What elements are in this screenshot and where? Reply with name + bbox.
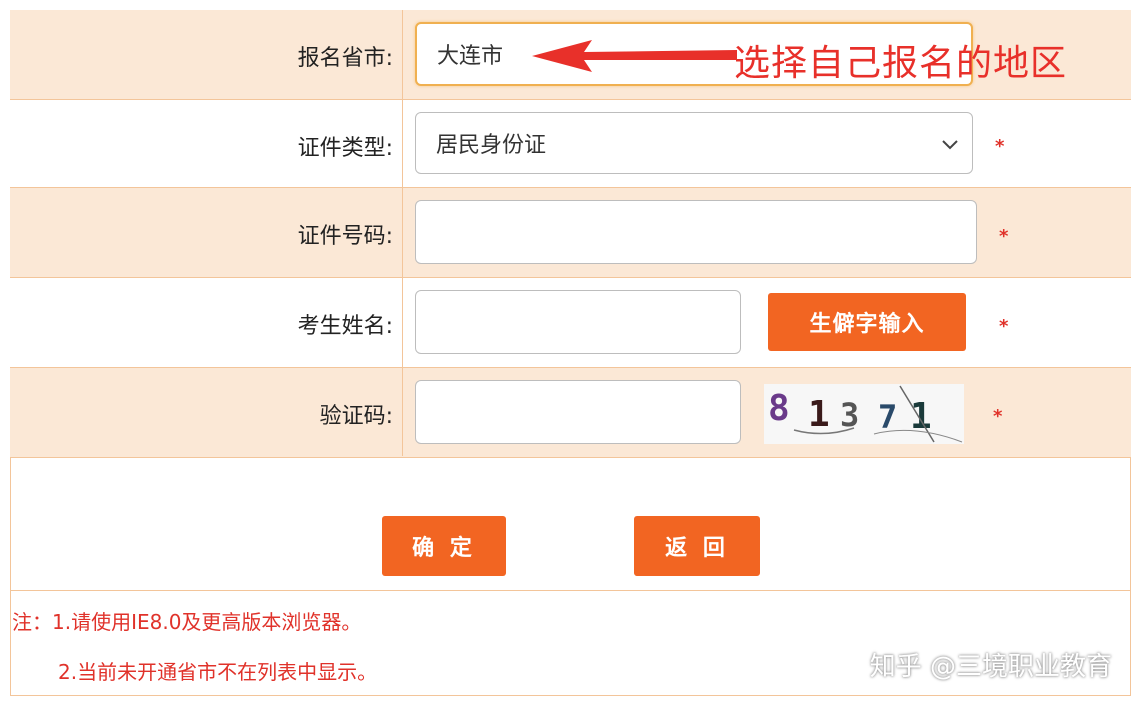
id-type-label: 证件类型: xyxy=(297,136,393,161)
id-number-field[interactable] xyxy=(415,200,977,264)
name-field[interactable] xyxy=(415,290,741,354)
province-value: 大连市 xyxy=(437,44,504,69)
required-mark-id-number: * xyxy=(999,226,1009,247)
captcha-image[interactable]: 8 1 3 7 1 xyxy=(764,384,964,444)
required-mark-id-type: * xyxy=(995,136,1005,157)
annotation-arrow xyxy=(532,40,737,72)
annotation-text: 选择自己报名的地区 xyxy=(734,43,1068,84)
required-mark-name: * xyxy=(999,316,1009,337)
column-separator xyxy=(402,10,403,456)
rare-char-input-button[interactable]: 生僻字输入 xyxy=(768,293,966,351)
required-mark-captcha: * xyxy=(993,406,1003,427)
captcha-field[interactable] xyxy=(415,380,741,444)
confirm-button[interactable]: 确 定 xyxy=(382,516,506,576)
note-line-1: 注：1.请使用IE8.0及更高版本浏览器。 xyxy=(12,610,362,634)
back-button[interactable]: 返 回 xyxy=(634,516,760,576)
id-type-value: 居民身份证 xyxy=(436,133,547,158)
captcha-noise xyxy=(793,385,963,443)
id-number-label: 证件号码: xyxy=(297,224,393,249)
note-line-2: 2.当前未开通省市不在列表中显示。 xyxy=(58,660,378,684)
watermark: 知乎 @三境职业教育 xyxy=(869,652,1112,682)
chevron-down-icon xyxy=(942,131,958,155)
captcha-label: 验证码: xyxy=(319,404,393,429)
notes-divider xyxy=(10,590,1131,591)
id-type-select[interactable]: 居民身份证 xyxy=(415,112,973,174)
province-label: 报名省市: xyxy=(297,46,393,71)
name-label: 考生姓名: xyxy=(297,314,393,339)
